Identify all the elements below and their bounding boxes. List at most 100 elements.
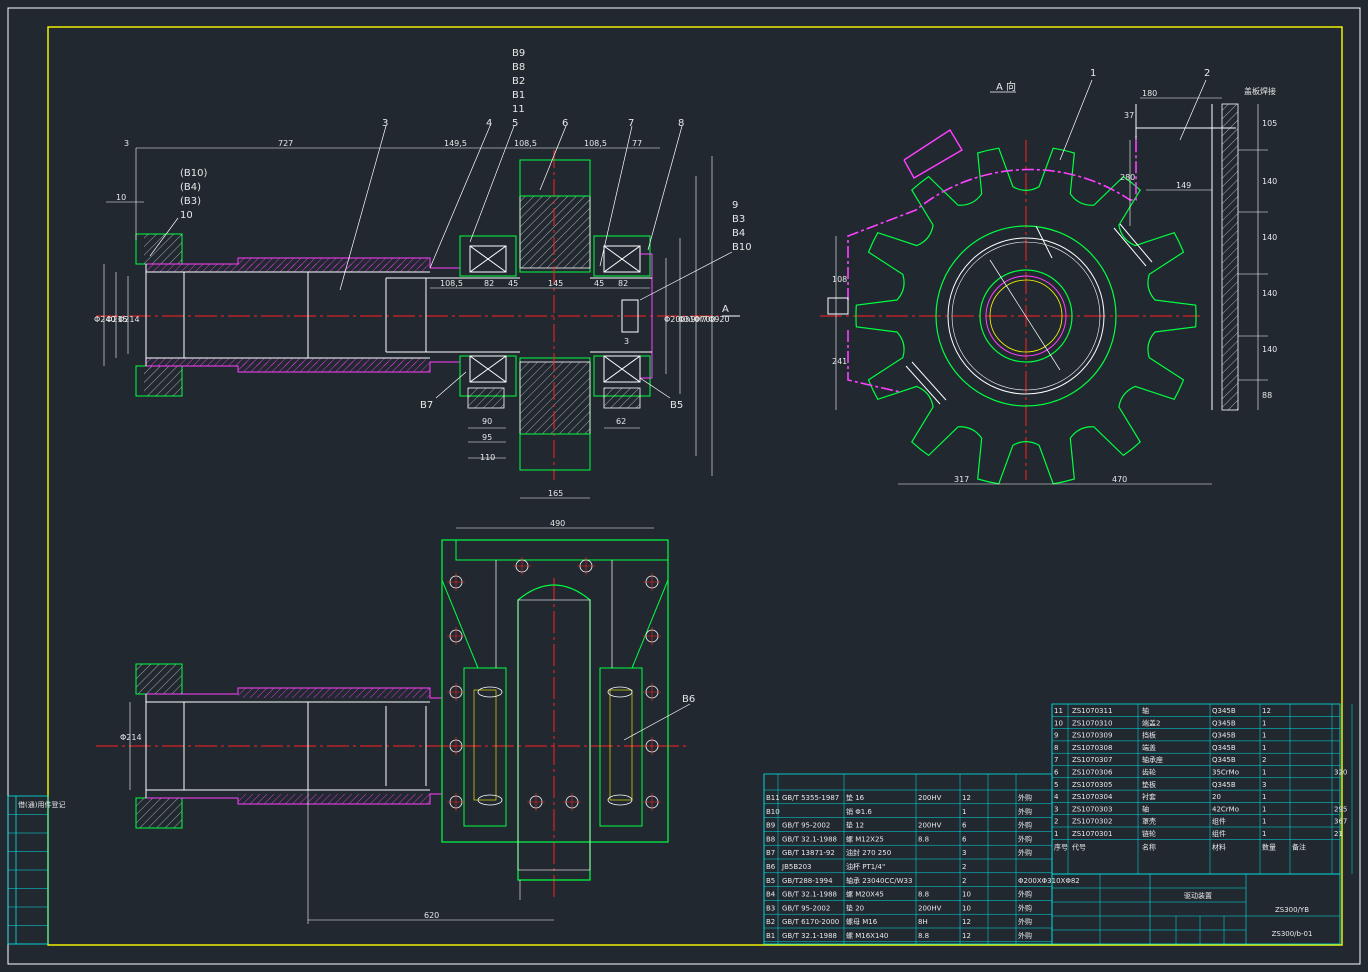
cover-label: 盖板焊接 [1244, 86, 1276, 96]
callout-5: 5 [512, 118, 518, 129]
side-cell: 借(通)用件登记 [18, 800, 65, 809]
std-cell: 螺 M12X25 [846, 834, 884, 843]
parts-cell: 链轮 [1142, 829, 1156, 838]
dim-920: Φ920 [708, 315, 730, 324]
side-register-table: 借(通)用件登记 [7, 795, 65, 945]
std-cell: 外购 [1018, 848, 1032, 857]
dim-214b: Φ214 [120, 733, 142, 742]
dim-140a: 140 [1262, 177, 1277, 186]
dim-317: 317 [954, 475, 969, 484]
parts-cell: Q345B [1212, 756, 1236, 764]
parts-cell: 齿轮 [1142, 768, 1156, 777]
std-cell: B10 [766, 808, 780, 816]
dim-108-5a: 108,5 [514, 139, 537, 148]
dim-45b: 45 [594, 279, 604, 288]
parts-cell: 1 [1262, 744, 1266, 752]
parts-table: 11 ZS1070311 轴 Q345B 1210 ZS1070310 端盖2 Q345B 19… [1051, 703, 1353, 875]
std-cell: 10 [962, 904, 971, 912]
parts-cell: ZS1070303 [1072, 805, 1112, 813]
part-no-1: 1 [1090, 68, 1096, 79]
std-cell: B11 [766, 794, 780, 802]
parts-cell: ZS1070310 [1072, 719, 1112, 727]
dim-3: 3 [124, 139, 129, 148]
parts-cell: Q345B [1212, 781, 1236, 789]
std-cell: 垫 16 [846, 793, 865, 802]
std-cell: B9 [766, 822, 775, 830]
callout-9: 9 [732, 200, 738, 211]
std-cell: 3 [962, 849, 966, 857]
parts-cell: 端盖2 [1142, 718, 1160, 727]
dim-241: 241 [832, 357, 847, 366]
std-cell: B6 [766, 863, 776, 871]
callout-10: 10 [180, 210, 193, 221]
parts-cell: 10 [1054, 719, 1063, 727]
parts-cell: 1 [1262, 719, 1266, 727]
dim-149: 149 [1176, 181, 1191, 190]
parts-cell: 4 [1054, 793, 1059, 801]
part-no-2: 2 [1204, 68, 1210, 79]
std-cell: 8.8 [918, 835, 929, 843]
dim-108-5-top: 108,5 [584, 139, 607, 148]
std-cell: GB/T 6170-2000 [782, 918, 839, 926]
title-text: 驱动装置 [1184, 891, 1212, 900]
dim-727: 727 [278, 139, 293, 148]
std-cell: B4 [766, 891, 776, 899]
std-cell: 8.8 [918, 891, 929, 899]
section-mark: A [722, 304, 729, 315]
parts-cell: ZS1070311 [1072, 707, 1112, 715]
parts-cell: 1 [1262, 805, 1266, 813]
parts-cell: 367 [1334, 818, 1347, 826]
parts-cell: ZS1070302 [1072, 818, 1112, 826]
std-cell: B3 [766, 904, 775, 912]
callout-b3: B3 [732, 214, 745, 225]
std-cell: 12 [962, 932, 971, 940]
std-cell: 外购 [1018, 821, 1032, 830]
std-cell: 12 [962, 794, 971, 802]
parts-cell: 7 [1054, 756, 1058, 764]
std-cell: 200HV [918, 794, 942, 802]
part-no-4: 4 [486, 118, 492, 129]
dim-82b: 82 [618, 279, 628, 288]
parts-cell: 3 [1054, 805, 1058, 813]
std-cell: 10 [962, 891, 971, 899]
parts-cell: 衬套 [1142, 792, 1156, 801]
callout-b7: B7 [420, 400, 433, 411]
outer-border [7, 7, 1361, 965]
dim-140b: 140 [1262, 233, 1277, 242]
parts-header-cell: 备注 [1292, 842, 1306, 851]
std-cell: 螺 M16X140 [846, 931, 888, 940]
callout-b2: B2 [512, 76, 525, 87]
dim-10: 10 [116, 193, 126, 202]
parts-header-cell: 材料 [1212, 842, 1226, 851]
callout-b1: B1 [512, 90, 525, 101]
parts-cell: 挡板 [1142, 731, 1156, 740]
dim-37: 37 [1124, 111, 1134, 120]
std-cell: B5 [766, 877, 775, 885]
std-cell: 外购 [1018, 931, 1032, 940]
std-cell: 外购 [1018, 807, 1032, 816]
parts-cell: 5 [1054, 781, 1058, 789]
dim-45a: 45 [508, 279, 518, 288]
callout-b4: B4 [732, 228, 745, 239]
dim-3b: 3 [624, 337, 629, 346]
parts-cell: 1 [1262, 830, 1266, 838]
parts-cell: Q345B [1212, 732, 1236, 740]
dim-620: 620 [424, 911, 439, 920]
std-cell: GB/T 95-2002 [782, 822, 830, 830]
parts-cell: 11 [1054, 707, 1063, 715]
parts-cell: 端盖 [1142, 743, 1156, 752]
dim-145: 145 [548, 279, 563, 288]
parts-cell: 轴承座 [1142, 755, 1163, 764]
std-cell: B2 [766, 918, 775, 926]
dim-470: 470 [1112, 475, 1127, 484]
std-cell: GB/T 95-2002 [782, 904, 830, 912]
dim-110: 110 [480, 453, 495, 462]
parts-cell: 12 [1262, 707, 1271, 715]
part-no-6: 6 [562, 118, 568, 129]
std-cell: B7 [766, 849, 775, 857]
dim-77: 77 [632, 139, 642, 148]
parts-header-cell: 数量 [1262, 842, 1276, 851]
part-no-8: 8 [678, 118, 684, 129]
callout-b6: B6 [682, 694, 695, 705]
callout-b8: B8 [512, 62, 525, 73]
